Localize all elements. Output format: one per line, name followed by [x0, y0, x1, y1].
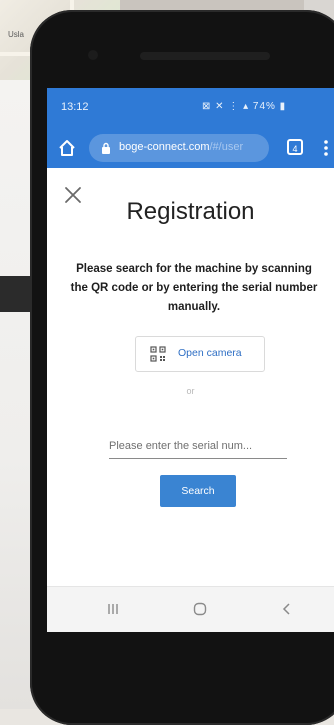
- lock-icon: [102, 142, 110, 154]
- or-separator: or: [186, 386, 195, 396]
- browser-toolbar: boge-connect.com/#/user 4: [47, 128, 334, 168]
- serial-number-input[interactable]: [109, 434, 287, 459]
- earpiece-speaker: [140, 52, 270, 60]
- recent-apps-icon[interactable]: [105, 601, 121, 617]
- more-vertical-icon[interactable]: [323, 138, 329, 158]
- status-bar: 13:12 ⊠ ✕ ⋮ ▴ 74% ▮: [47, 88, 334, 128]
- search-button[interactable]: Search: [160, 475, 236, 507]
- page-title: Registration: [126, 198, 255, 225]
- qr-code-icon: [150, 346, 166, 362]
- front-camera: [88, 50, 98, 60]
- status-time: 13:12: [61, 101, 89, 113]
- address-bar[interactable]: boge-connect.com/#/user: [89, 134, 269, 162]
- open-camera-button[interactable]: Open camera: [135, 336, 265, 372]
- home-icon[interactable]: [57, 138, 77, 158]
- url-path: /#/user: [209, 141, 244, 153]
- instructions-text: Please search for the machine by scannin…: [70, 263, 318, 313]
- map-label: Usla: [8, 30, 25, 39]
- url-text: boge-connect.com/#/user: [119, 141, 243, 153]
- back-chevron-icon[interactable]: [279, 601, 295, 617]
- android-navigation-bar: [47, 586, 334, 632]
- status-indicators: ⊠ ✕ ⋮ ▴ 74% ▮: [202, 101, 287, 112]
- home-circle-icon[interactable]: [192, 601, 208, 617]
- open-camera-label: Open camera: [178, 347, 242, 359]
- registration-page: Registration Please search for the machi…: [47, 168, 334, 586]
- url-domain: boge-connect.com: [119, 141, 210, 153]
- phone-screen: 13:12 ⊠ ✕ ⋮ ▴ 74% ▮ boge-connect.com/#/u…: [47, 88, 334, 632]
- tab-switcher-button[interactable]: 4: [287, 139, 303, 155]
